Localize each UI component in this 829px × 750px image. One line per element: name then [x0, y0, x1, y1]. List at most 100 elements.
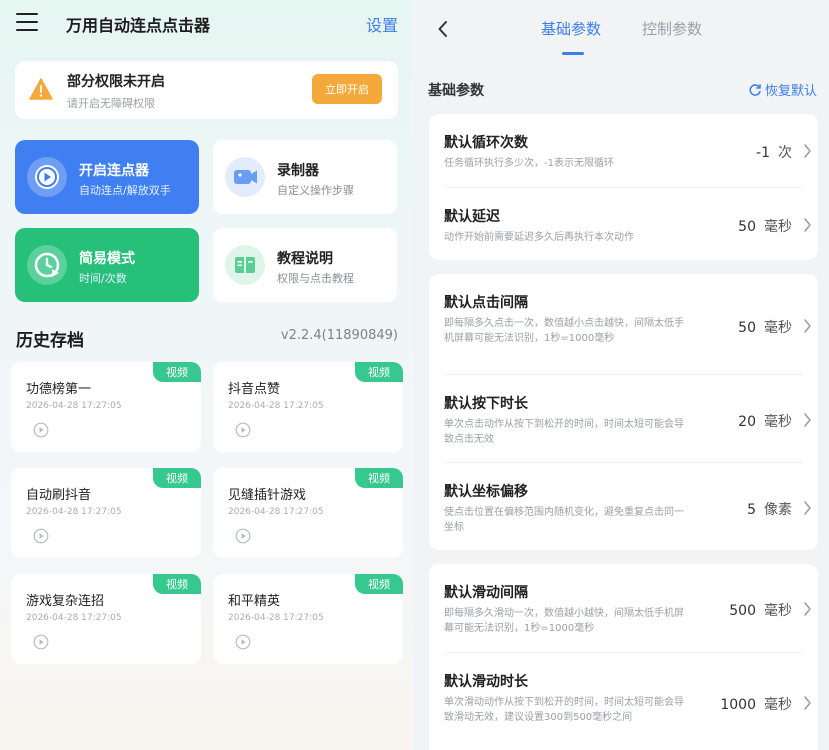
settings-link[interactable]: 设置: [366, 12, 398, 36]
setting-row-delay[interactable]: 默认延迟 动作开始前需要延迟多久后再执行本次动作 50 毫秒: [429, 187, 818, 260]
setting-value: 5 像素: [747, 502, 792, 518]
permission-subtitle: 请开启无障碍权限: [67, 97, 155, 110]
history-name: 抖音点赞: [228, 382, 281, 397]
setting-row-loop-count[interactable]: 默认循环次数 任务循环执行多少次，-1表示无限循环 -1 次: [429, 114, 818, 187]
app-title: 万用自动连点点击器: [66, 16, 211, 35]
feature-title: 开启连点器: [79, 163, 149, 179]
setting-value: 1000 毫秒: [720, 697, 792, 713]
chevron-right-icon: [804, 319, 811, 333]
video-camera-icon: [225, 157, 265, 197]
simple-mode-tile[interactable]: 简易模式 时间/次数: [15, 228, 199, 302]
section-title: 基础参数: [428, 83, 484, 99]
setting-title: 默认循环次数: [444, 135, 528, 151]
history-date: 2026-04-28 17:27:05: [26, 613, 122, 623]
history-card[interactable]: 视频 游戏复杂连招 2026-04-28 17:27:05: [11, 574, 201, 664]
settings-group: 默认循环次数 任务循环执行多少次，-1表示无限循环 -1 次 默认延迟 动作开始前…: [429, 114, 818, 260]
start-clicker-tile[interactable]: 开启连点器 自动连点/解放双手: [15, 140, 199, 214]
top-bar: 万用自动连点点击器 设置: [0, 0, 412, 46]
setting-desc: 单次滑动动作从按下到松开的时间，时间太短可能会导致滑动无效，建议设置300到50…: [444, 697, 684, 723]
parameters-screen: 基础参数 控制参数 基础参数 恢复默认 默认循环次数 任务循环执行多少次，-1表…: [414, 0, 829, 750]
feature-subtitle: 自定义操作步骤: [277, 184, 354, 197]
tab-control-params[interactable]: 控制参数: [642, 18, 702, 39]
video-badge: 视频: [153, 574, 201, 594]
clock-play-icon: [27, 245, 67, 285]
play-icon[interactable]: [33, 634, 49, 650]
settings-group: 默认点击间隔 即每隔多久点击一次，数值越小点击越快，间隔太低手机屏幕可能无法识别…: [429, 274, 818, 550]
feature-title: 录制器: [277, 163, 319, 179]
history-date: 2026-04-28 17:27:05: [228, 507, 324, 517]
setting-title: 默认滑动间隔: [444, 585, 528, 601]
play-icon[interactable]: [33, 528, 49, 544]
setting-title: 默认滑动时长: [444, 674, 528, 690]
feature-subtitle: 时间/次数: [79, 272, 127, 285]
history-name: 功德榜第一: [26, 382, 92, 397]
video-badge: 视频: [153, 362, 201, 382]
setting-row-coordinate-offset[interactable]: 默认坐标偏移 使点击位置在偏移范围内随机变化，避免重复点击同一坐标 5 像素: [429, 462, 818, 550]
chevron-right-icon: [804, 144, 811, 158]
history-name: 游戏复杂连招: [26, 594, 105, 609]
warning-icon: [29, 78, 53, 100]
tab-basic-params[interactable]: 基础参数: [541, 18, 601, 39]
setting-value: 50 毫秒: [738, 320, 792, 336]
feature-subtitle: 权限与点击教程: [277, 272, 354, 285]
back-chevron-icon[interactable]: [436, 19, 450, 39]
setting-desc: 动作开始前需要延迟多久后再执行本次动作: [444, 232, 634, 243]
setting-value: 500 毫秒: [729, 603, 792, 619]
feature-title: 简易模式: [79, 251, 135, 267]
setting-desc: 单次点击动作从按下到松开的时间，时间太短可能会导致点击无效: [444, 419, 684, 445]
enable-permission-button[interactable]: 立即开启: [312, 74, 382, 104]
history-card[interactable]: 视频 功德榜第一 2026-04-28 17:27:05: [11, 362, 201, 452]
history-name: 和平精英: [228, 594, 281, 609]
setting-title: 默认按下时长: [444, 396, 528, 412]
play-icon[interactable]: [235, 422, 251, 438]
tutorial-tile[interactable]: 教程说明 权限与点击教程: [213, 228, 397, 302]
refresh-icon: [749, 83, 761, 96]
chevron-right-icon: [804, 218, 811, 232]
feature-title: 教程说明: [277, 251, 333, 267]
play-icon[interactable]: [235, 634, 251, 650]
history-date: 2026-04-28 17:27:05: [228, 401, 324, 411]
setting-row-swipe-interval[interactable]: 默认滑动间隔 即每隔多久滑动一次，数值越小越快，间隔太低手机屏幕可能无法识别，1…: [429, 564, 818, 652]
chevron-right-icon: [804, 696, 811, 710]
setting-row-press-duration[interactable]: 默认按下时长 单次点击动作从按下到松开的时间，时间太短可能会导致点击无效 20 毫…: [429, 374, 818, 462]
book-icon: [225, 245, 265, 285]
permission-title: 部分权限未开启: [67, 74, 165, 90]
setting-desc: 任务循环执行多少次，-1表示无限循环: [444, 158, 614, 169]
play-icon[interactable]: [33, 422, 49, 438]
permission-card: 部分权限未开启 请开启无障碍权限 立即开启: [15, 61, 398, 119]
history-title: 历史存档: [16, 331, 84, 351]
setting-title: 默认延迟: [444, 209, 500, 225]
setting-title: 默认坐标偏移: [444, 484, 528, 500]
video-badge: 视频: [355, 362, 403, 382]
setting-row-swipe-duration[interactable]: 默认滑动时长 单次滑动动作从按下到松开的时间，时间太短可能会导致滑动无效，建议设…: [429, 652, 818, 750]
video-badge: 视频: [153, 468, 201, 488]
history-name: 见缝插针游戏: [228, 488, 307, 503]
reset-defaults-button[interactable]: 恢复默认: [748, 80, 817, 99]
home-screen: 万用自动连点点击器 设置 部分权限未开启 请开启无障碍权限 立即开启 开启连点器…: [0, 0, 412, 750]
play-icon[interactable]: [235, 528, 251, 544]
history-card[interactable]: 视频 见缝插针游戏 2026-04-28 17:27:05: [213, 468, 403, 558]
history-card[interactable]: 视频 抖音点赞 2026-04-28 17:27:05: [213, 362, 403, 452]
setting-row-click-interval[interactable]: 默认点击间隔 即每隔多久点击一次，数值越小点击越快，间隔太低手机屏幕可能无法识别…: [429, 274, 818, 374]
history-date: 2026-04-28 17:27:05: [228, 613, 324, 623]
recorder-tile[interactable]: 录制器 自定义操作步骤: [213, 140, 397, 214]
history-date: 2026-04-28 17:27:05: [26, 401, 122, 411]
setting-value: 20 毫秒: [738, 414, 792, 430]
reset-defaults-label: 恢复默认: [764, 84, 817, 99]
video-badge: 视频: [355, 468, 403, 488]
play-circle-icon: [27, 157, 67, 197]
chevron-right-icon: [804, 413, 811, 427]
setting-desc: 使点击位置在偏移范围内随机变化，避免重复点击同一坐标: [444, 507, 684, 533]
history-card[interactable]: 视频 自动刷抖音 2026-04-28 17:27:05: [11, 468, 201, 558]
history-card[interactable]: 视频 和平精英 2026-04-28 17:27:05: [213, 574, 403, 664]
history-date: 2026-04-28 17:27:05: [26, 507, 122, 517]
video-badge: 视频: [355, 574, 403, 594]
chevron-right-icon: [804, 602, 811, 616]
menu-icon[interactable]: [16, 13, 38, 31]
setting-value: 50 毫秒: [738, 219, 792, 235]
active-tab-indicator: [562, 52, 584, 55]
setting-title: 默认点击间隔: [444, 295, 528, 311]
setting-desc: 即每隔多久点击一次，数值越小点击越快，间隔太低手机屏幕可能无法识别，1秒=100…: [444, 318, 684, 344]
version-label: v2.2.4(11890849): [280, 328, 398, 343]
setting-desc: 即每隔多久滑动一次，数值越小越快，间隔太低手机屏幕可能无法识别，1秒=1000毫…: [444, 608, 684, 634]
